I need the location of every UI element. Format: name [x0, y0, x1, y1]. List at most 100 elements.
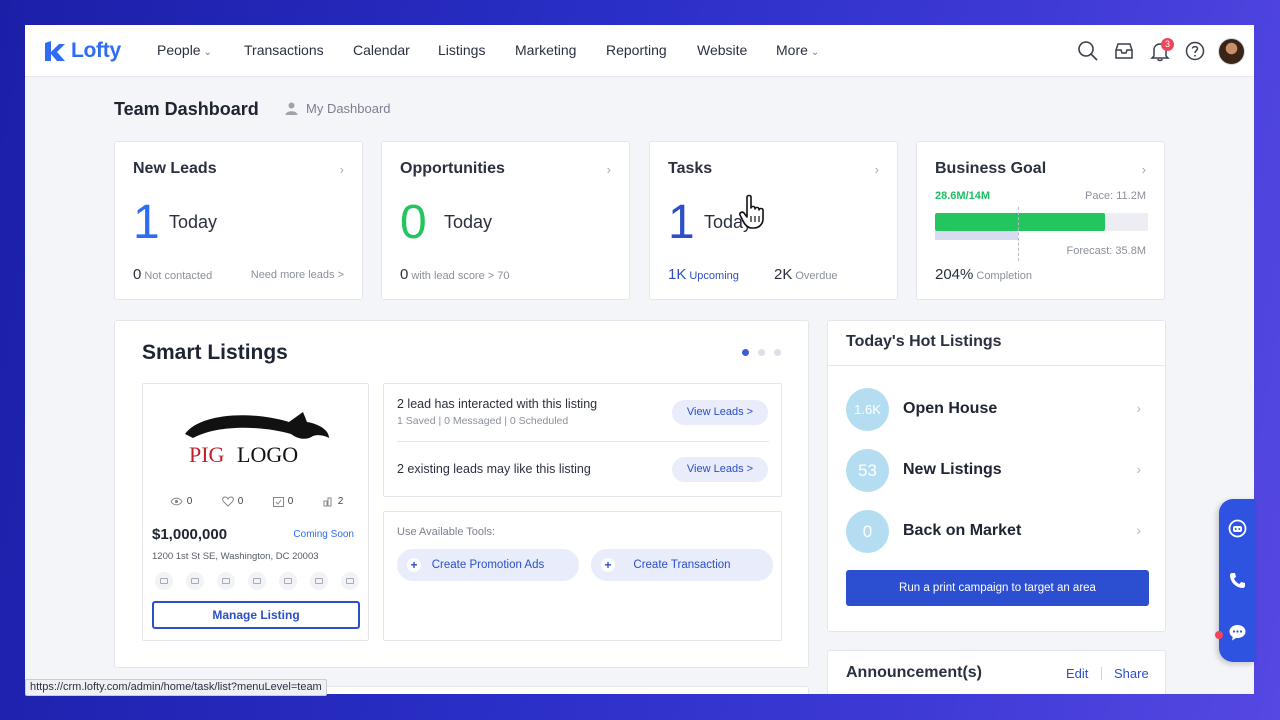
- view-leads-button[interactable]: View Leads >: [672, 400, 768, 425]
- manage-listing-button[interactable]: Manage Listing: [152, 601, 360, 629]
- new-leads-period: Today: [169, 212, 218, 232]
- smart-listings-title: Smart Listings: [142, 341, 288, 364]
- upcoming-value: 1K: [668, 266, 687, 283]
- lofty-logo-icon: [45, 41, 65, 61]
- nav-reporting[interactable]: Reporting: [606, 42, 667, 58]
- chat-bubble-icon[interactable]: [1228, 623, 1247, 642]
- announcements-card: Announcement(s) Edit Share: [827, 650, 1166, 694]
- business-goal-card[interactable]: Business Goal › 28.6M/14M Pace: 11.2M Fo…: [916, 141, 1165, 300]
- heart-icon: [221, 496, 234, 507]
- goal-pace-fill: [935, 231, 1019, 240]
- hot-row-new-listings[interactable]: 53 New Listings ›: [846, 449, 1149, 493]
- upcoming-stat[interactable]: 1K Upcoming: [668, 266, 739, 283]
- avatar[interactable]: [1218, 38, 1245, 65]
- chevron-right-icon[interactable]: ›: [1142, 162, 1146, 177]
- inbox-icon[interactable]: [1113, 40, 1135, 62]
- print-campaign-button[interactable]: Run a print campaign to target an area: [846, 570, 1149, 606]
- share-network-icon[interactable]: [217, 572, 235, 590]
- create-promotion-ads-button[interactable]: + Create Promotion Ads: [397, 549, 579, 581]
- carousel-dot-3[interactable]: [774, 349, 781, 356]
- goal-pace-marker: [1018, 207, 1019, 261]
- view-leads-button[interactable]: View Leads >: [672, 457, 768, 482]
- carousel-dot-1[interactable]: [742, 349, 749, 356]
- back-on-market-label: Back on Market: [903, 522, 1022, 539]
- nav-marketing[interactable]: Marketing: [515, 42, 576, 58]
- notification-badge: 3: [1161, 38, 1174, 51]
- eye-icon: [170, 497, 183, 506]
- nav-listings[interactable]: Listings: [438, 42, 485, 58]
- listing-card: PIG LOGO 0 0 0 2 $1,000,000 Coming Soon …: [142, 383, 369, 641]
- tasks-value: 1: [668, 196, 695, 249]
- opportunities-period: Today: [444, 212, 493, 232]
- goal-progress-label: 28.6M/14M: [935, 190, 991, 202]
- chevron-down-icon: ⌄: [810, 47, 820, 58]
- chatbot-icon[interactable]: [1228, 519, 1247, 538]
- hot-row-back-on-market[interactable]: 0 Back on Market ›: [846, 510, 1149, 554]
- goal-progress-bar: [935, 213, 1148, 240]
- business-goal-title: Business Goal: [935, 160, 1047, 177]
- nav-more[interactable]: More ⌄: [776, 42, 819, 58]
- tasks-card[interactable]: Tasks › 1 Today 1K Upcoming 2K Overdue: [649, 141, 898, 300]
- new-listings-count: 53: [846, 449, 889, 492]
- status-bar-url: https://crm.lofty.com/admin/home/task/li…: [25, 679, 327, 696]
- nav-people[interactable]: People ⌄: [157, 42, 212, 58]
- lead-score-label: with lead score > 70: [411, 270, 510, 282]
- help-icon[interactable]: [1184, 40, 1206, 62]
- scheduled-count: 0: [287, 496, 294, 507]
- unread-dot: [1215, 631, 1223, 639]
- phone-icon[interactable]: [1228, 571, 1247, 590]
- lead-score-value: 0: [400, 266, 409, 283]
- divider: [397, 441, 769, 442]
- goal-completion: 204% Completion: [935, 266, 1032, 283]
- ad-icon[interactable]: [341, 572, 359, 590]
- shares-stat: 2: [323, 496, 343, 507]
- not-contacted-value: 0: [133, 266, 142, 283]
- lead-score-stat[interactable]: 0 with lead score > 70: [400, 266, 509, 283]
- nav-calendar[interactable]: Calendar: [353, 42, 410, 58]
- announcement-edit-link[interactable]: Edit: [1066, 666, 1088, 681]
- overdue-stat[interactable]: 2K Overdue: [774, 266, 838, 283]
- logo[interactable]: Lofty: [43, 39, 121, 63]
- announcements-title: Announcement(s): [846, 664, 982, 681]
- chevron-right-icon[interactable]: ›: [607, 162, 611, 177]
- top-nav: Lofty People ⌄ Transactions Calendar List…: [25, 25, 1254, 77]
- need-more-leads-link[interactable]: Need more leads >: [251, 269, 344, 281]
- share-icon: [323, 497, 332, 507]
- photo-icon[interactable]: [155, 572, 173, 590]
- page-title: Team Dashboard: [114, 99, 259, 119]
- carousel-dot-2[interactable]: [758, 349, 765, 356]
- create-promotion-ads-label: Create Promotion Ads: [431, 559, 545, 571]
- goal-forecast: Forecast: 35.8M: [1066, 245, 1146, 257]
- nav-transactions[interactable]: Transactions: [244, 42, 324, 58]
- search-icon[interactable]: [1077, 40, 1099, 62]
- not-contacted-stat[interactable]: 0 Not contacted: [133, 266, 212, 283]
- views-count: 0: [186, 496, 193, 507]
- goal-completion-value: 204%: [935, 266, 974, 283]
- nav-website[interactable]: Website: [697, 42, 747, 58]
- divider: [828, 365, 1165, 366]
- scheduled-stat: 0: [272, 496, 294, 507]
- chevron-right-icon[interactable]: ›: [875, 162, 879, 177]
- my-dashboard-link[interactable]: My Dashboard: [285, 101, 391, 116]
- folder-icon[interactable]: [248, 572, 266, 590]
- hot-listings-title: Today's Hot Listings: [846, 333, 1002, 350]
- carousel-dots: [742, 349, 781, 356]
- bank-icon[interactable]: [310, 572, 328, 590]
- tasks-title: Tasks: [668, 160, 713, 177]
- hot-row-open-house[interactable]: 1.6K Open House ›: [846, 388, 1149, 432]
- opportunities-card[interactable]: Opportunities › 0 Today 0 with lead score…: [381, 141, 630, 300]
- opportunities-value: 0: [400, 196, 427, 249]
- opportunities-title: Opportunities: [400, 160, 505, 177]
- document-icon[interactable]: [279, 572, 297, 590]
- new-leads-card[interactable]: New Leads › 1 Today 0 Not contacted Need …: [114, 141, 363, 300]
- create-transaction-button[interactable]: + Create Transaction: [591, 549, 773, 581]
- listing-logo: PIG LOGO: [185, 412, 329, 467]
- announcement-share-link[interactable]: Share: [1114, 666, 1149, 681]
- goal-completion-label: Completion: [976, 270, 1033, 282]
- smart-listings-card: Smart Listings PIG LOGO 0 0 0 2 $1,000,0…: [114, 320, 809, 668]
- new-listings-label: New Listings: [903, 461, 1002, 478]
- chevron-right-icon[interactable]: ›: [340, 162, 344, 177]
- views-stat: 0: [170, 496, 193, 507]
- favorites-stat: 0: [221, 496, 243, 507]
- truck-icon[interactable]: [186, 572, 204, 590]
